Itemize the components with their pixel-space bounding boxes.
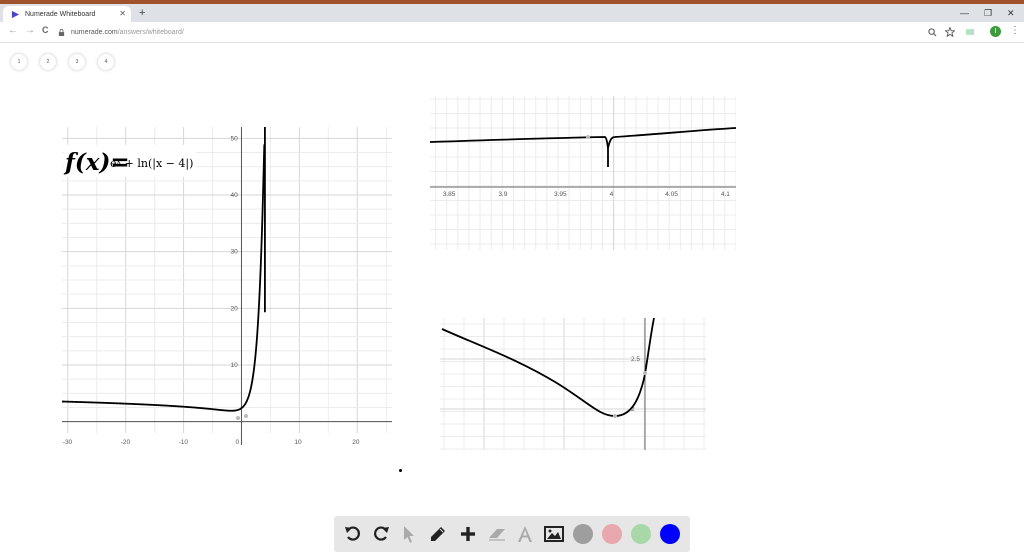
x-tick-label: 3.85 [443,191,456,198]
color-swatch-blue[interactable] [659,523,681,545]
y-tick-label: 2.5 [631,356,640,363]
x-tick-label: 4.05 [665,191,678,198]
function-curve-left [62,144,266,412]
x-tick-label: -10 [179,439,189,445]
search-icon[interactable] [928,28,937,37]
image-icon [544,526,564,542]
zoom-graph-asymptote[interactable]: 3.85 3.9 3.95 4 4.05 4.1 [430,96,736,250]
main-y-tick-labels: 10 20 30 40 50 [230,135,238,369]
zoom-bottom-grid [440,318,706,450]
stray-ink-dot [399,469,402,472]
x-tick-label: 4.1 [721,191,730,198]
y-tick-label: 30 [230,249,238,256]
minimize-button[interactable]: — [960,8,969,18]
tab-numerade-whiteboard[interactable]: Numerade Whiteboard ✕ [3,6,131,22]
x-tick-label: 3.9 [498,191,507,198]
x-tick-label: -30 [63,439,73,445]
undo-icon [345,526,360,541]
page-button-3[interactable]: 3 [69,54,85,70]
pointer-tool[interactable] [398,523,420,545]
x-tick-label: 10 [294,439,302,445]
profile-avatar[interactable]: I [990,26,1001,37]
pointer-icon [404,526,414,543]
zoom-top-marker [586,135,590,139]
color-swatch-pink[interactable] [601,523,623,545]
x-tick-label: 0 [235,439,239,445]
reload-button[interactable]: C [42,25,49,35]
critical-point-marker [236,416,240,420]
redo-icon [374,526,389,541]
url-host: numerade.com [71,28,118,36]
page-button-1[interactable]: 1 [11,54,27,70]
lock-icon [58,28,65,36]
url-field[interactable]: numerade.com/answers/whiteboard/ [58,25,958,39]
intercept-marker [244,414,248,418]
bookmark-star-icon[interactable] [945,27,955,37]
text-icon [518,526,532,542]
color-swatch-green-circle [631,524,651,544]
y-intercept-marker [643,371,647,375]
eraser-tool[interactable] [486,523,508,545]
back-button[interactable]: ← [8,25,18,36]
y-tick-label: 40 [230,192,238,199]
page-button-2[interactable]: 2 [40,54,56,70]
zoom-top-grid [430,96,736,250]
redo-button[interactable] [370,523,392,545]
x-tick-label: 20 [352,439,360,445]
image-tool[interactable] [543,523,565,545]
minimum-marker [613,414,617,418]
y-tick-label: 20 [230,305,238,312]
forward-button[interactable]: → [25,25,35,36]
color-swatch-pink-circle [602,524,622,544]
main-x-tick-labels: -30 -20 -10 0 10 20 [63,439,360,445]
numerade-favicon-icon [11,10,20,18]
tab-title: Numerade Whiteboard [25,10,96,18]
formula-text: eˣ + ln(|x − 4|) [110,157,193,171]
zoom-top-x-tick-labels: 3.85 3.9 3.95 4 4.05 4.1 [443,191,731,198]
page-button-4[interactable]: 4 [98,54,114,70]
color-swatch-green[interactable] [630,523,652,545]
tab-close-icon[interactable]: ✕ [119,9,126,18]
color-swatch-gray-circle [573,524,593,544]
pen-tool[interactable] [427,523,449,545]
url-path: /answers/whiteboard/ [117,28,184,36]
tab-bar: Numerade Whiteboard ✕ + — ❐ ✕ [0,4,1024,22]
undo-button[interactable] [342,523,364,545]
plus-icon [461,527,475,541]
extension-icon[interactable] [965,27,975,37]
zoom-bottom-y-tick-labels: 2.52 [631,356,640,413]
x-tick-label: 4 [610,191,614,198]
whiteboard-toolbar [334,516,690,552]
x-tick-label: -20 [121,439,131,445]
color-swatch-blue-circle [660,524,680,544]
zoom-top-curve [430,127,736,167]
color-swatch-gray[interactable] [572,523,594,545]
zoom-bottom-curve [441,318,655,417]
pen-icon [431,527,445,541]
text-tool[interactable] [514,523,536,545]
eraser-icon [489,529,505,541]
new-tab-button[interactable]: + [139,7,145,19]
browser-menu-icon[interactable]: ⋮ [1010,25,1020,36]
zoom-graph-minimum[interactable]: 2.52 [440,318,706,450]
restore-button[interactable]: ❐ [984,8,992,19]
y-tick-label: 50 [230,135,238,142]
x-tick-label: 3.95 [554,191,567,198]
close-window-button[interactable]: ✕ [1007,8,1015,19]
y-tick-label: 10 [230,362,238,369]
address-bar-row: ← → C numerade.com/answers/whiteboard/ I… [0,22,1024,43]
add-shape-tool[interactable] [457,523,479,545]
main-graph[interactable]: -30 -20 -10 0 10 20 1020304050 f(x)= eˣ + ln(… [62,127,392,445]
